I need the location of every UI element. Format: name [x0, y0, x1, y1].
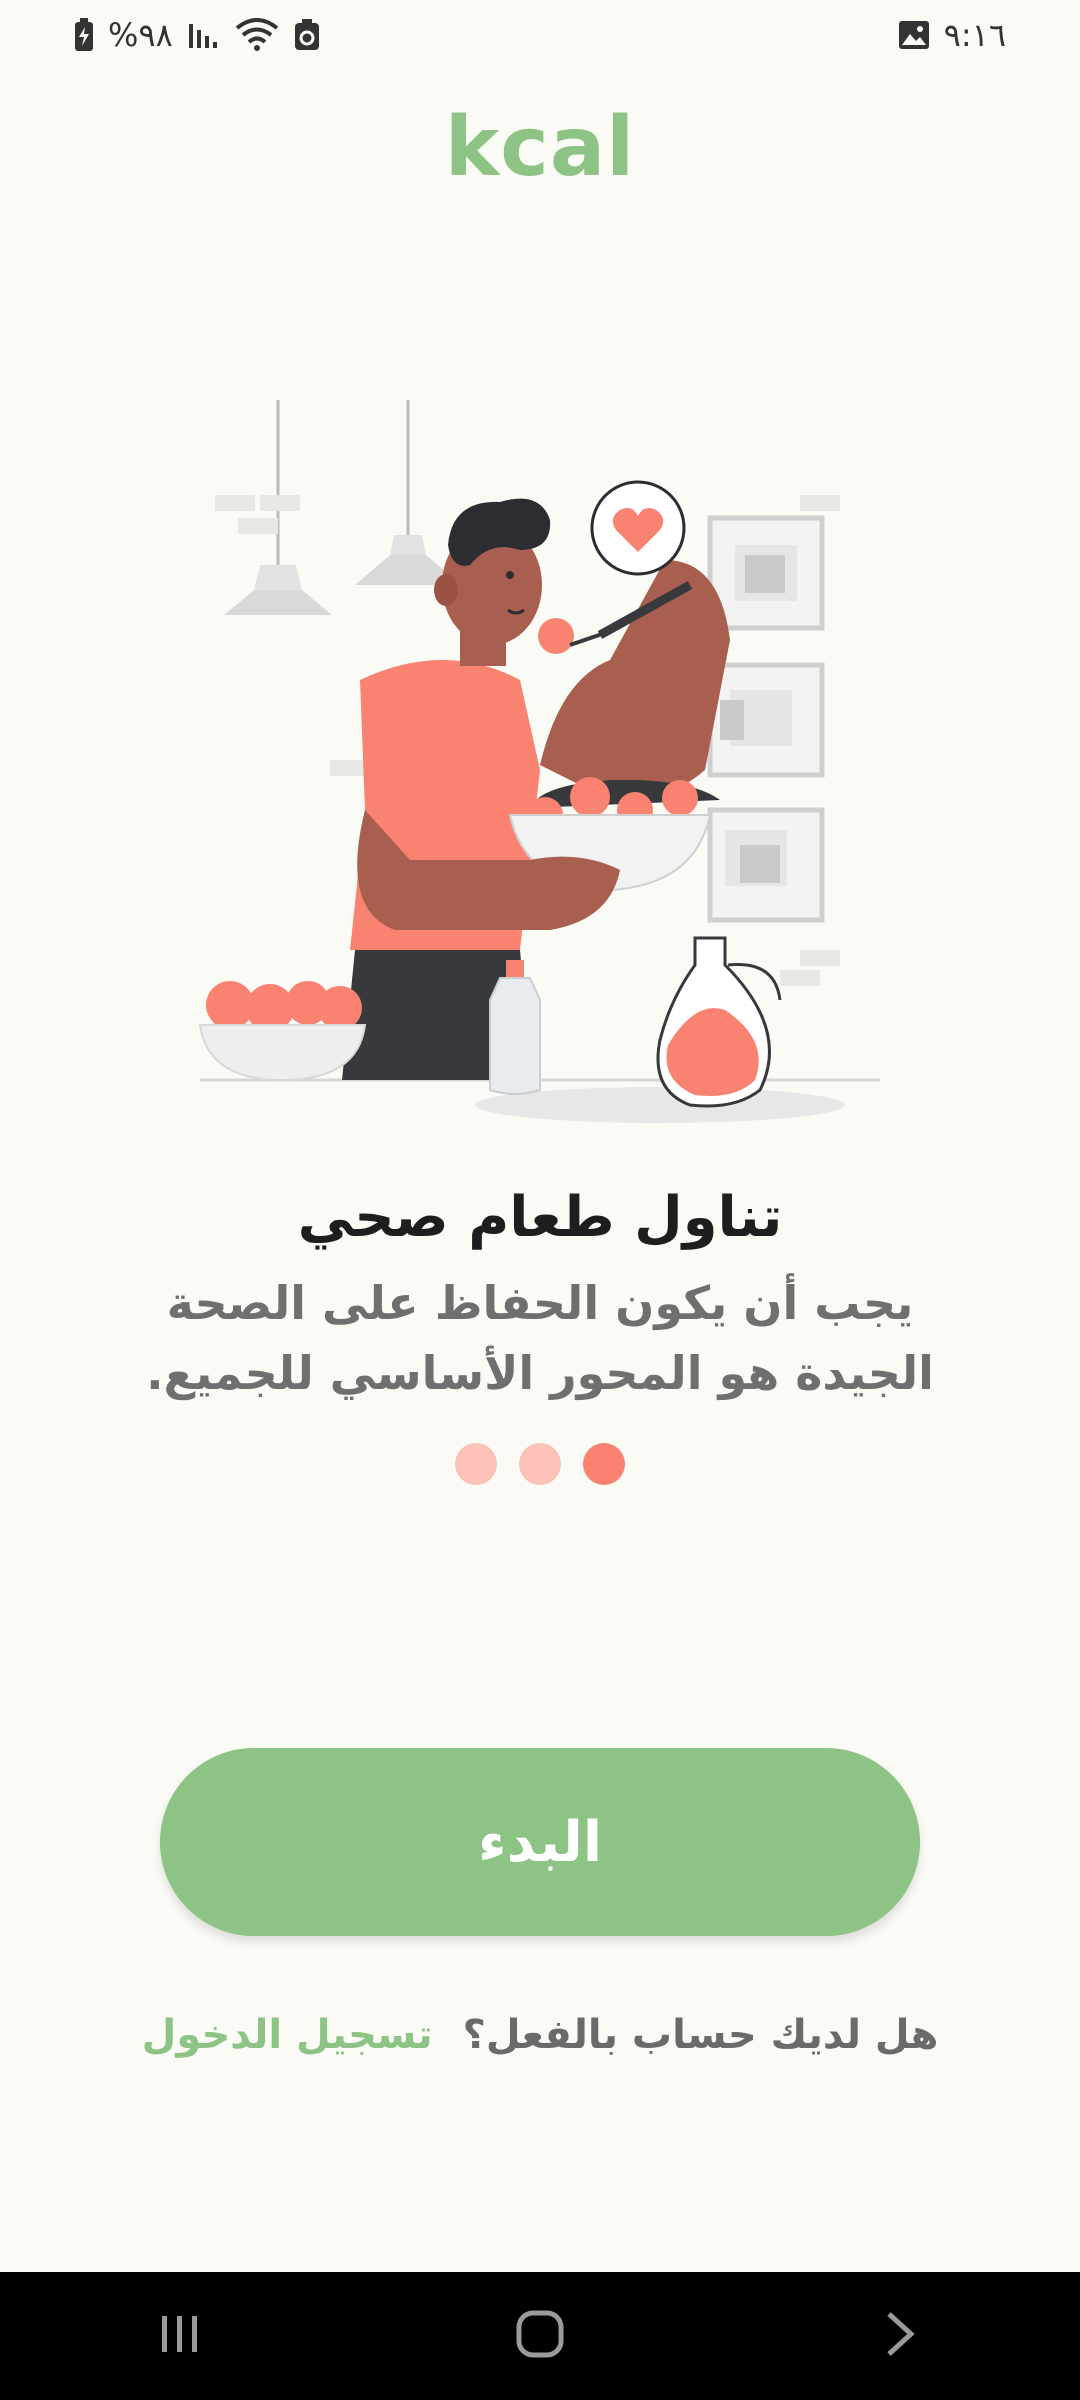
page-dot[interactable]: [519, 1443, 561, 1485]
clock: ٩:١٦: [943, 16, 1006, 54]
signal-icon: [187, 20, 221, 50]
slide-title: تناول طعام صحي: [297, 1185, 783, 1250]
navigation-bar: [0, 2272, 1080, 2400]
login-link[interactable]: تسجيل الدخول: [142, 2012, 433, 2058]
battery-percent: %٩٨: [108, 16, 173, 54]
back-icon: [883, 2310, 917, 2362]
healthy-eating-illustration: [198, 400, 880, 1123]
status-left: %٩٨: [74, 16, 321, 54]
page-indicator: [455, 1443, 625, 1485]
slide-description: يجب أن يكون الحفاظ على الصحة الجيدة هو ا…: [146, 1276, 934, 1400]
battery-charging-icon: [74, 18, 94, 52]
back-button[interactable]: [830, 2272, 970, 2400]
image-notification-icon: [898, 20, 930, 50]
page-dot-active[interactable]: [583, 1443, 625, 1485]
recycle-icon: [293, 19, 321, 51]
start-button[interactable]: البدء: [160, 1748, 920, 1936]
recent-apps-icon: [158, 2312, 202, 2360]
home-button[interactable]: [470, 2272, 610, 2400]
login-question: هل لديك حساب بالفعل؟: [462, 2012, 939, 2058]
status-right: ٩:١٦: [898, 16, 1006, 54]
status-bar: %٩٨ ٩:١٦: [0, 0, 1080, 70]
wifi-icon: [235, 18, 279, 52]
page-dot[interactable]: [455, 1443, 497, 1485]
app-title: kcal: [444, 100, 636, 195]
recent-apps-button[interactable]: [110, 2272, 250, 2400]
home-icon: [515, 2309, 565, 2363]
login-row: هل لديك حساب بالفعل؟ تسجيل الدخول: [0, 2012, 1080, 2058]
